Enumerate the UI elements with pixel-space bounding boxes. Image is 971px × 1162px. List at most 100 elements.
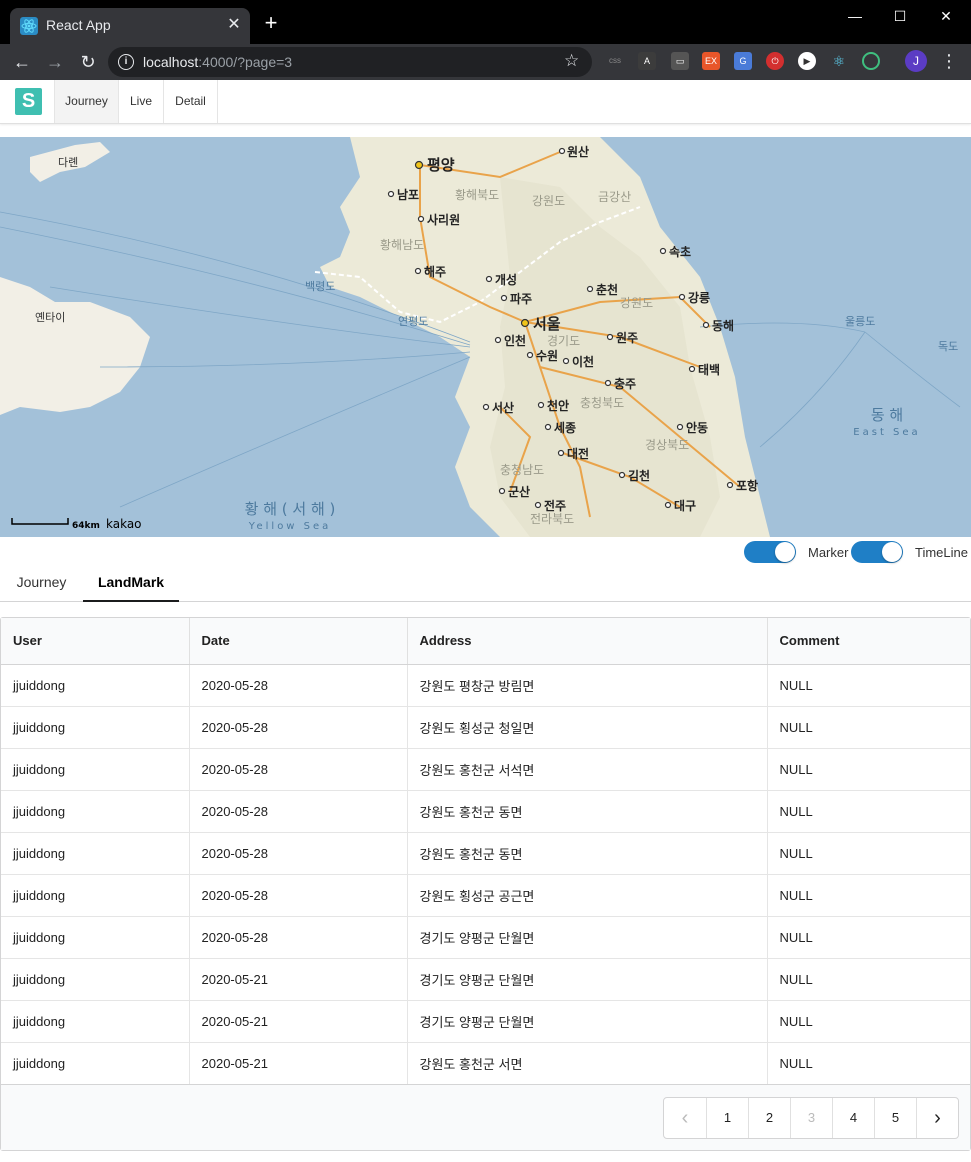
browser-menu-icon[interactable]: ⋮ [940, 50, 958, 74]
cell-address: 경기도 양평군 단월면 [406, 915, 767, 958]
map-label-dalian: 다롄 [58, 156, 78, 169]
new-tab-button[interactable]: + [260, 12, 282, 34]
table-row[interactable]: jjuiddong 2020-05-21 경기도 양평군 단월면 NULL [1, 999, 970, 1042]
map-label-wonju: 원주 [616, 331, 638, 345]
profile-avatar[interactable]: J [905, 50, 927, 72]
cell-address: 강원도 홍천군 동면 [406, 831, 767, 874]
pagination-prev-chevron-icon[interactable]: ‹ [664, 1098, 706, 1138]
table-row[interactable]: jjuiddong 2020-05-21 경기도 양평군 단월면 NULL [1, 957, 970, 1000]
cell-user: jjuiddong [1, 831, 189, 874]
svg-text:64km: 64km [72, 521, 100, 531]
table-row[interactable]: jjuiddong 2020-05-28 강원도 횡성군 공근면 NULL [1, 873, 970, 916]
content-tabs: Journey LandMark [0, 565, 971, 602]
pagination-next-chevron-icon[interactable]: › [916, 1098, 958, 1138]
pagination-page-1[interactable]: 1 [706, 1098, 748, 1138]
site-info-icon[interactable]: i [118, 54, 134, 70]
nav-journey[interactable]: Journey [54, 80, 119, 123]
window-extension-icon[interactable]: ▭ [671, 52, 689, 70]
back-arrow-icon[interactable]: ← [10, 50, 34, 74]
ex-extension-icon[interactable]: EX [702, 52, 720, 70]
tab-journey[interactable]: Journey [0, 565, 83, 602]
map-label-sokcho: 속초 [669, 245, 691, 259]
pagination-page-3-current[interactable]: 3 [790, 1098, 832, 1138]
tab-close-icon[interactable]: ✕ [224, 15, 244, 35]
marker-toggle[interactable] [744, 541, 796, 563]
css-extension-icon[interactable]: css [606, 52, 624, 70]
tab-landmark[interactable]: LandMark [83, 565, 179, 602]
cell-address: 강원도 횡성군 공근면 [406, 873, 767, 916]
table-row[interactable]: jjuiddong 2020-05-28 강원도 홍천군 동면 NULL [1, 831, 970, 874]
map-label-hwanghaenam: 황해남도 [380, 238, 424, 252]
cell-user: jjuiddong [1, 705, 189, 748]
pagination-page-4[interactable]: 4 [832, 1098, 874, 1138]
map-view[interactable]: 황 해 ( 서 해 ) Yellow Sea 동 해 East Sea 황해북도… [0, 137, 971, 537]
map-label-chungju: 충주 [614, 376, 636, 391]
nav-live[interactable]: Live [119, 80, 164, 123]
map-label-east-sea-en: East Sea [853, 427, 920, 438]
forward-arrow-icon[interactable]: → [43, 50, 67, 74]
close-window-button[interactable]: ✕ [930, 6, 962, 26]
maximize-button[interactable]: ☐ [884, 6, 916, 26]
map-label-gimcheon: 김천 [628, 468, 650, 483]
map-label-chungbuk: 충청북도 [580, 396, 624, 410]
cell-date: 2020-05-28 [188, 664, 407, 706]
cell-date: 2020-05-28 [188, 789, 407, 832]
map-scale-bar: 64km [11, 518, 100, 531]
pagination-page-2[interactable]: 2 [748, 1098, 790, 1138]
translate-extension-icon[interactable]: G [734, 52, 752, 70]
map-label-yantai: 옌타이 [35, 311, 65, 324]
table-row[interactable]: jjuiddong 2020-05-28 강원도 평창군 방림면 NULL [1, 664, 970, 706]
cell-date: 2020-05-21 [188, 957, 407, 1000]
power-extension-icon[interactable]: ⏻ [766, 52, 784, 70]
map-label-taebaek: 태백 [698, 362, 720, 377]
table-row[interactable]: jjuiddong 2020-05-21 강원도 홍천군 서면 NULL [1, 1041, 970, 1084]
cell-date: 2020-05-28 [188, 831, 407, 874]
map-label-yeonpyeongdo: 연평도 [398, 315, 428, 328]
map-provider-logo: kakao [106, 517, 142, 531]
timeline-toggle[interactable] [851, 541, 903, 563]
cell-user: jjuiddong [1, 957, 189, 1000]
map-label-kumgangsan: 금강산 [598, 190, 631, 204]
cell-comment: NULL [766, 915, 970, 958]
address-bar[interactable]: i localhost:4000/?page=3 ☆ [108, 47, 592, 77]
browser-tab[interactable]: React App ✕ [10, 8, 250, 44]
marker-toggle-label: Marker [808, 545, 849, 560]
map-label-sejong: 세종 [554, 420, 576, 435]
table-row[interactable]: jjuiddong 2020-05-28 강원도 홍천군 동면 NULL [1, 789, 970, 832]
table-row[interactable]: jjuiddong 2020-05-28 강원도 홍천군 서석면 NULL [1, 747, 970, 790]
table-row[interactable]: jjuiddong 2020-05-28 강원도 횡성군 청일면 NULL [1, 705, 970, 748]
browser-toolbar: ← → ↻ i localhost:4000/?page=3 ☆ css A ▭… [0, 44, 971, 80]
circle-extension-icon[interactable] [862, 52, 880, 70]
cell-comment: NULL [766, 789, 970, 832]
toggle-knob [882, 542, 902, 562]
app-header: S Journey Live Detail [0, 80, 971, 124]
map-label-chuncheon: 춘천 [596, 282, 618, 297]
column-header-user[interactable]: User [1, 618, 189, 665]
landmark-table: User Date Address Comment jjuiddong 2020-… [0, 617, 971, 1151]
map-label-gangneung: 강릉 [688, 290, 710, 305]
map-label-gangwon: 강원도 [620, 296, 653, 310]
cell-date: 2020-05-28 [188, 873, 407, 916]
minimize-button[interactable]: — [839, 6, 871, 26]
cell-user: jjuiddong [1, 789, 189, 832]
reload-icon[interactable]: ↻ [76, 50, 100, 74]
map-label-gunsan: 군산 [508, 484, 530, 499]
react-devtools-icon[interactable]: ⚛ [830, 52, 848, 70]
column-header-comment[interactable]: Comment [766, 618, 970, 665]
column-header-date[interactable]: Date [188, 618, 407, 665]
map-label-andong: 안동 [686, 420, 708, 435]
column-header-address[interactable]: Address [406, 618, 767, 665]
pagination-page-5[interactable]: 5 [874, 1098, 916, 1138]
bookmark-star-icon[interactable]: ☆ [564, 51, 579, 71]
map-label-cheonan: 천안 [547, 398, 569, 413]
map-label-yellow-sea-en: Yellow Sea [248, 521, 332, 532]
cell-address: 강원도 홍천군 서석면 [406, 747, 767, 790]
table-row[interactable]: jjuiddong 2020-05-28 경기도 양평군 단월면 NULL [1, 915, 970, 958]
play-extension-icon[interactable]: ▶ [798, 52, 816, 70]
map-label-gyeongbuk: 경상북도 [645, 438, 689, 452]
cell-date: 2020-05-28 [188, 747, 407, 790]
nav-detail[interactable]: Detail [164, 80, 218, 123]
tab-title: React App [46, 17, 111, 33]
font-extension-icon[interactable]: A [638, 52, 656, 70]
app-logo[interactable]: S [15, 88, 42, 115]
